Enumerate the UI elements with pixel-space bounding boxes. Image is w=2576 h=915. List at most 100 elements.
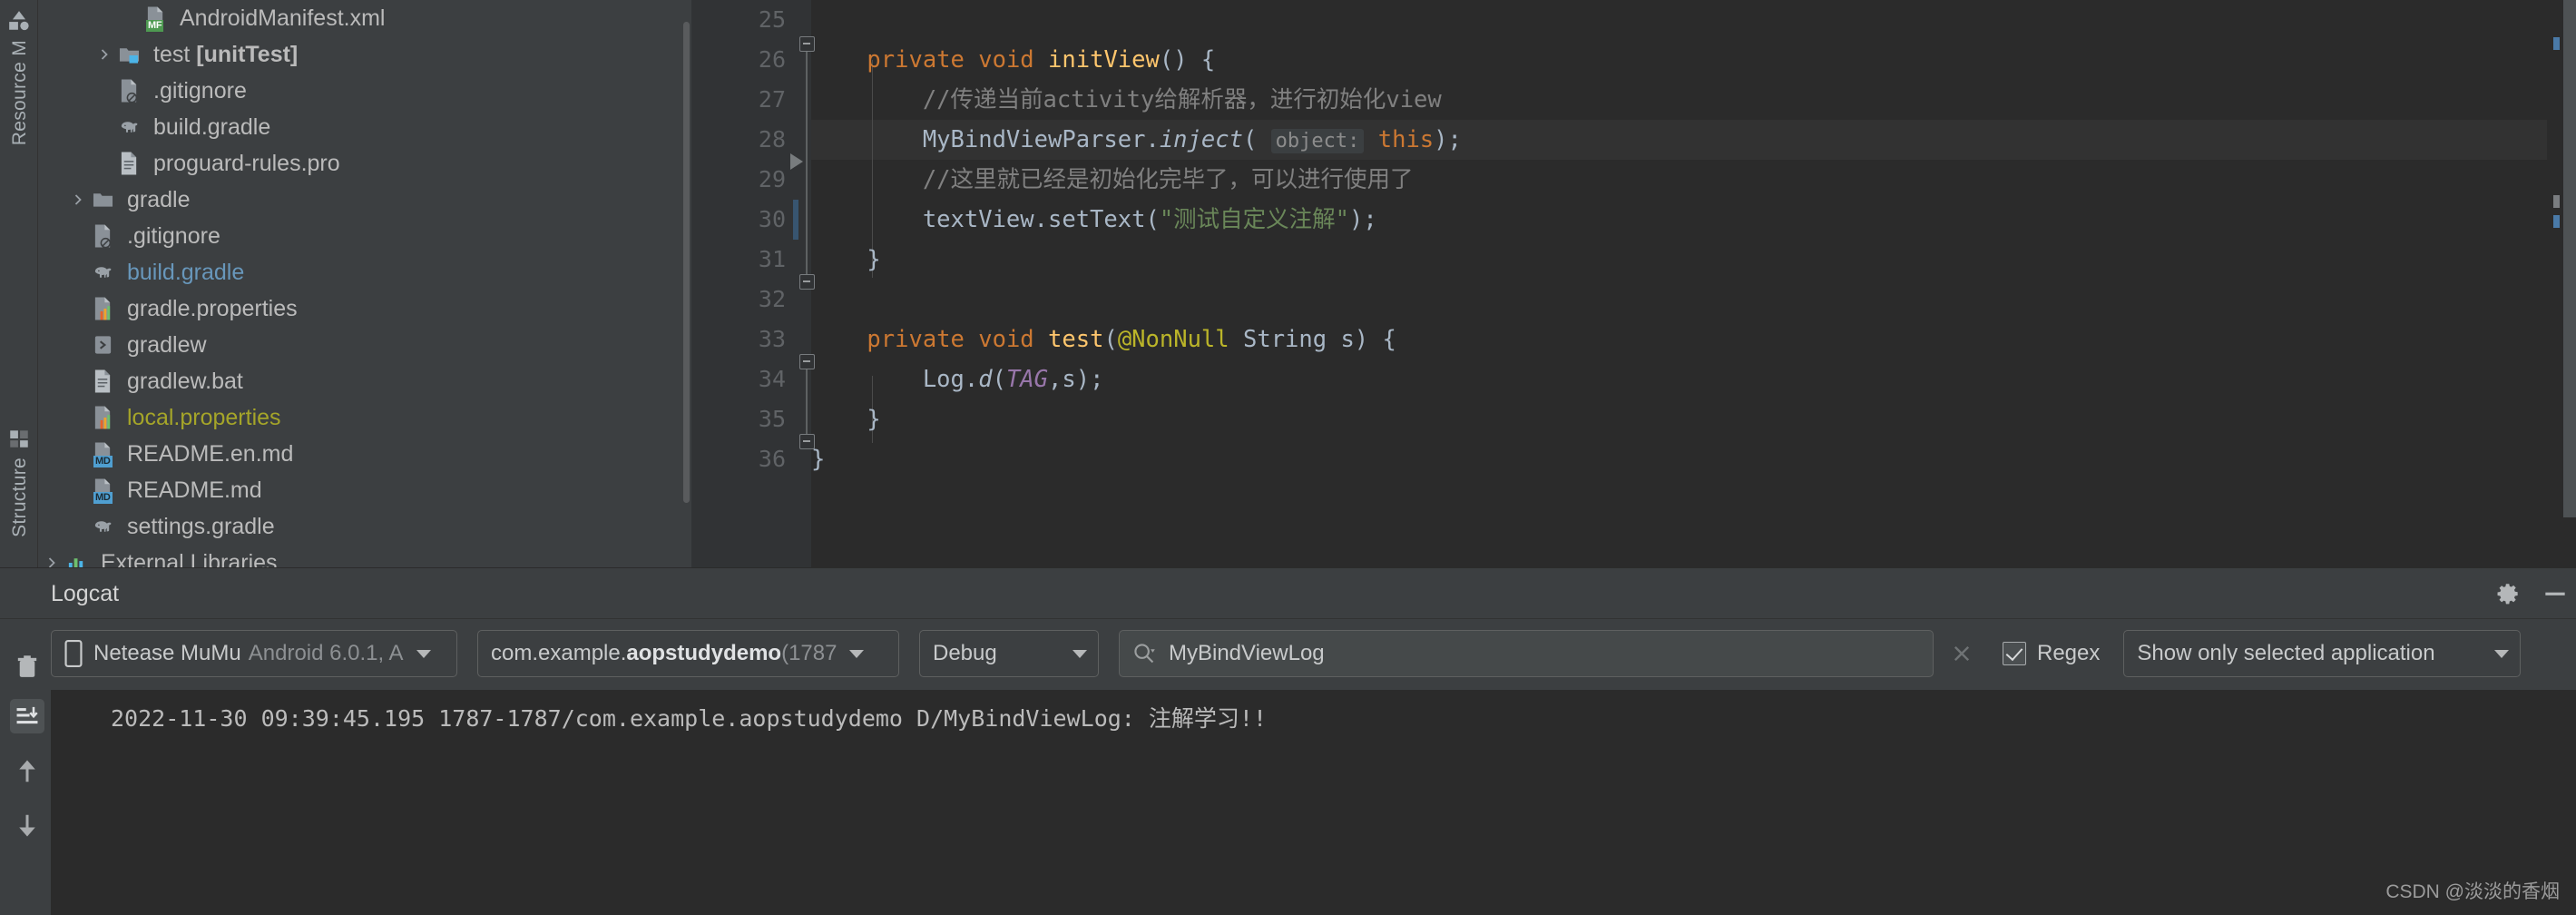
code-line[interactable] xyxy=(811,280,2576,320)
code-token: @NonNull xyxy=(1117,326,1229,353)
code-text-area[interactable]: private void initView() { //传递当前activity… xyxy=(811,0,2576,567)
project-tree-scrollbar[interactable] xyxy=(682,0,691,518)
tree-item-label: test [unitTest] xyxy=(153,41,299,67)
chevron-down-icon xyxy=(849,649,865,658)
tree-item-label: build.gradle xyxy=(127,259,245,285)
run-gutter-icon[interactable] xyxy=(790,153,803,170)
code-line[interactable]: //传递当前activity给解析器，进行初始化view xyxy=(811,80,2576,120)
log-level-selector[interactable]: Debug xyxy=(919,630,1099,677)
tree-item-label: local.properties xyxy=(127,404,281,430)
code-line[interactable]: //这里就已经是初始化完毕了，可以进行使用了 xyxy=(811,160,2576,200)
process-package-name: aopstudydemo xyxy=(626,641,782,665)
code-line[interactable]: MyBindViewParser.inject( object: this); xyxy=(811,120,2576,160)
gear-icon[interactable] xyxy=(2493,579,2522,608)
code-token: ); xyxy=(1349,206,1377,233)
tree-item-build.gradle[interactable]: build.gradle xyxy=(39,109,689,145)
process-package-prefix: com.example. xyxy=(491,641,627,665)
tree-item-readme.md[interactable]: MD README.md xyxy=(39,472,689,508)
logcat-panel: Logcat Netease MuMu Android 6.0.1, A com… xyxy=(0,567,2576,915)
tree-item-test[interactable]: test [unitTest] xyxy=(39,36,689,73)
regex-checkbox[interactable] xyxy=(2003,642,2026,665)
error-stripe-marker[interactable] xyxy=(2553,215,2560,228)
code-line[interactable]: textView.setText("测试自定义注解"); xyxy=(811,200,2576,240)
watermark: CSDN @淡淡的香烟 xyxy=(2385,881,2560,902)
code-token: String s) { xyxy=(1229,326,1396,353)
code-line[interactable]: } xyxy=(811,399,2576,439)
code-line[interactable]: } xyxy=(811,439,2576,479)
code-line[interactable]: } xyxy=(811,240,2576,280)
chevron-right-icon[interactable] xyxy=(66,188,90,212)
tree-item-androidmanifest.xml[interactable]: MF AndroidManifest.xml xyxy=(39,0,689,36)
code-line[interactable] xyxy=(811,0,2576,40)
scroll-to-end-button[interactable] xyxy=(10,699,44,733)
tool-window-label: Structure xyxy=(8,458,30,537)
tree-item-proguard-rules.pro[interactable]: proguard-rules.pro xyxy=(39,145,689,182)
scrollbar-thumb[interactable] xyxy=(2563,0,2576,517)
tree-item-.gitignore[interactable]: .gitignore xyxy=(39,73,689,109)
line-number: 30 xyxy=(758,206,786,232)
code-line[interactable]: private void initView() { xyxy=(811,40,2576,80)
project-tree[interactable]: MF AndroidManifest.xml test [unitTest] .git… xyxy=(39,0,689,567)
line-number: 31 xyxy=(758,246,786,272)
log-level-value: Debug xyxy=(933,641,997,665)
minimize-icon[interactable] xyxy=(2541,579,2570,608)
tree-item-build.gradle[interactable]: build.gradle xyxy=(39,254,689,290)
chevron-down-icon xyxy=(2494,649,2510,658)
chevron-right-icon[interactable] xyxy=(40,551,64,567)
editor-vertical-scrollbar[interactable] xyxy=(2547,0,2576,517)
code-line[interactable]: private void test(@NonNull String s) { xyxy=(811,320,2576,359)
device-selector[interactable]: Netease MuMu Android 6.0.1, A xyxy=(51,630,457,677)
gradle-elephant-icon xyxy=(90,259,121,286)
process-selector[interactable]: com.example. aopstudydemo (1787 xyxy=(477,630,899,677)
code-token: TAG xyxy=(1005,366,1049,393)
tree-item-gradlew[interactable]: gradlew xyxy=(39,327,689,363)
logcat-search-box[interactable] xyxy=(1119,630,1934,677)
library-icon xyxy=(64,549,94,567)
scrollbar-thumb[interactable] xyxy=(683,22,690,503)
up-the-stack-trace-button[interactable] xyxy=(10,754,44,789)
tree-item-gradlew.bat[interactable]: gradlew.bat xyxy=(39,363,689,399)
file-type-badge: MF xyxy=(146,20,164,32)
tree-item-gradle[interactable]: gradle xyxy=(39,182,689,218)
line-number: 25 xyxy=(758,6,786,33)
error-stripe-marker[interactable] xyxy=(2553,37,2560,50)
code-token: private xyxy=(867,326,965,353)
tree-item-.gitignore[interactable]: .gitignore xyxy=(39,218,689,254)
log-scope-selector[interactable]: Show only selected application xyxy=(2123,630,2522,677)
tree-item-label: gradlew.bat xyxy=(127,368,243,394)
line-number: 29 xyxy=(758,166,786,192)
xml-manifest-file-icon: MF xyxy=(142,5,173,32)
clear-logcat-button[interactable] xyxy=(10,650,44,684)
tree-item-label: External Libraries xyxy=(101,549,278,567)
chevron-right-icon[interactable] xyxy=(93,43,116,66)
line-number: 32 xyxy=(758,286,786,312)
close-icon[interactable] xyxy=(1943,635,1981,673)
tree-item-readme.en.md[interactable]: MD README.en.md xyxy=(39,436,689,472)
tree-item-gradle.properties[interactable]: gradle.properties xyxy=(39,290,689,327)
tree-item-settings.gradle[interactable]: settings.gradle xyxy=(39,508,689,545)
code-token: } xyxy=(811,446,826,473)
tool-window-resource-manager[interactable]: Resource M xyxy=(0,9,38,145)
code-token: ( xyxy=(1242,126,1271,153)
tree-item-label: gradlew xyxy=(127,331,207,358)
search-input[interactable] xyxy=(1169,641,1922,666)
log-entry[interactable]: 2022-11-30 09:39:45.195 1787-1787/com.ex… xyxy=(51,690,2576,733)
tree-item-local.properties[interactable]: local.properties xyxy=(39,399,689,436)
code-token: () { xyxy=(1159,46,1216,74)
line-number: 33 xyxy=(758,326,786,352)
log-scope-value: Show only selected application xyxy=(2137,641,2435,665)
error-stripe-marker[interactable] xyxy=(2553,195,2560,208)
tree-item-label: build.gradle xyxy=(153,113,271,140)
tool-window-structure[interactable]: Structure xyxy=(0,427,38,537)
down-the-stack-trace-button[interactable] xyxy=(10,808,44,842)
chevron-down-icon xyxy=(416,649,431,658)
tree-item-label: proguard-rules.pro xyxy=(153,150,340,176)
regex-toggle[interactable]: Regex xyxy=(2003,641,2100,666)
resource-manager-icon xyxy=(7,9,31,33)
code-editor[interactable]: private void initView() { //传递当前activity… xyxy=(691,0,2576,567)
tree-item-external-libraries[interactable]: External Libraries xyxy=(39,545,689,567)
code-line[interactable]: Log.d(TAG,s); xyxy=(811,359,2576,399)
logcat-output[interactable]: 2022-11-30 09:39:45.195 1787-1787/com.ex… xyxy=(51,690,2576,915)
